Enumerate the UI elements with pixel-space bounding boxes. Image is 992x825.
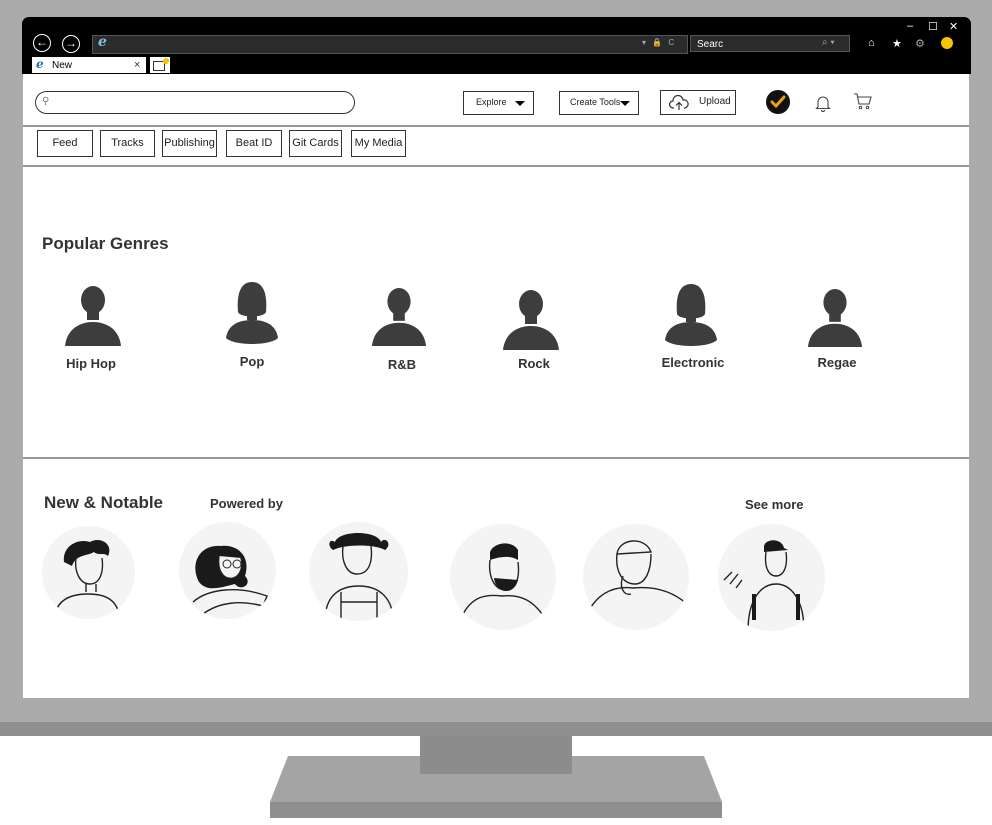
site-search-input[interactable]	[35, 91, 355, 114]
tab-close-icon[interactable]: ×	[134, 59, 140, 71]
genre-label[interactable]: Hip Hop	[36, 356, 146, 371]
tab-beat-id[interactable]: Beat ID	[226, 130, 282, 157]
forward-icon[interactable]: →	[62, 35, 80, 53]
see-more-link[interactable]: See more	[745, 497, 804, 512]
male-silhouette-icon	[807, 288, 863, 347]
genre-card-electronic[interactable]	[661, 284, 721, 351]
tab-my-media[interactable]: My Media	[351, 130, 406, 157]
chevron-down-icon	[620, 101, 630, 106]
new-tab-button[interactable]	[150, 57, 170, 73]
home-icon[interactable]: ⌂	[868, 37, 875, 49]
tab-favicon-icon: e	[36, 57, 44, 71]
close-icon[interactable]: ✕	[949, 20, 958, 33]
new-notable-title: New & Notable	[44, 493, 164, 512]
genre-card-pop[interactable]	[222, 282, 282, 349]
browser-logo-icon: e	[98, 34, 107, 50]
settings-gear-icon[interactable]: ⚙	[915, 37, 925, 50]
artist-avatar-5[interactable]	[583, 524, 689, 630]
address-bar[interactable]	[92, 35, 688, 54]
section-divider	[23, 457, 969, 459]
person-illustration-icon	[723, 540, 805, 631]
genre-label[interactable]: Regae	[782, 355, 892, 370]
person-illustration-icon	[53, 539, 121, 619]
create-tools-dropdown[interactable]: Create Tools	[559, 91, 639, 115]
male-silhouette-icon	[503, 290, 559, 350]
favorites-star-icon[interactable]: ★	[892, 37, 902, 50]
tab-tracks[interactable]: Tracks	[100, 130, 155, 157]
male-silhouette-icon	[371, 287, 427, 346]
genre-label[interactable]: Rock	[479, 356, 589, 371]
explore-label: Explore	[476, 97, 507, 107]
browser-search-icon[interactable]: ⌕ ▾	[822, 37, 835, 48]
tab-publishing[interactable]: Publishing	[162, 130, 217, 157]
artist-avatar-2[interactable]	[179, 522, 276, 619]
genre-card-regae[interactable]	[806, 286, 864, 353]
powered-by-label: Powered by	[210, 496, 283, 511]
nav-divider	[23, 165, 969, 167]
monitor-stand-base-edge	[270, 802, 722, 818]
browser-tab[interactable]: New	[32, 57, 146, 73]
genre-label[interactable]: R&B	[347, 357, 457, 372]
female-silhouette-icon	[665, 284, 717, 346]
popular-genres-title: Popular Genres	[42, 234, 169, 253]
search-icon: ⚲	[42, 96, 50, 107]
smiley-feedback-icon[interactable]	[941, 37, 953, 49]
tab-feed[interactable]: Feed	[37, 130, 93, 157]
chevron-down-icon	[515, 101, 525, 106]
person-illustration-icon	[461, 543, 547, 621]
genre-label[interactable]: Electronic	[638, 355, 748, 370]
person-illustration-icon	[588, 540, 688, 611]
maximize-icon[interactable]: ☐	[928, 20, 938, 33]
cart-icon[interactable]	[853, 92, 873, 110]
checkmark-icon	[770, 95, 786, 109]
artist-avatar-4[interactable]	[450, 524, 556, 630]
artist-avatar-1[interactable]	[42, 526, 135, 619]
create-tools-label: Create Tools	[570, 97, 621, 107]
monitor-chin	[0, 722, 992, 736]
monitor-stand-neck	[420, 736, 572, 774]
genre-card-rnb[interactable]	[370, 285, 428, 352]
address-bar-icons: ▾ 🔒 C	[642, 38, 677, 47]
artist-avatar-6[interactable]	[718, 524, 825, 631]
person-illustration-icon	[324, 533, 394, 621]
tab-gift-cards[interactable]: Git Cards	[289, 130, 342, 157]
genre-card-hip-hop[interactable]	[63, 284, 123, 351]
user-avatar[interactable]	[766, 90, 790, 114]
genre-card-rock[interactable]	[501, 288, 561, 355]
artist-avatar-3[interactable]	[309, 522, 408, 621]
back-icon[interactable]: ←	[33, 34, 51, 52]
genre-label[interactable]: Pop	[197, 354, 307, 369]
bell-icon[interactable]	[815, 94, 831, 112]
header-divider	[23, 125, 969, 127]
minimize-icon[interactable]: –	[907, 20, 913, 32]
male-silhouette-icon	[65, 286, 121, 346]
female-silhouette-icon	[226, 282, 278, 344]
person-illustration-icon	[192, 545, 268, 615]
explore-dropdown[interactable]: Explore	[463, 91, 534, 115]
cloud-upload-icon	[669, 95, 689, 110]
upload-label: Upload	[699, 96, 731, 107]
upload-button[interactable]: Upload	[660, 90, 736, 115]
